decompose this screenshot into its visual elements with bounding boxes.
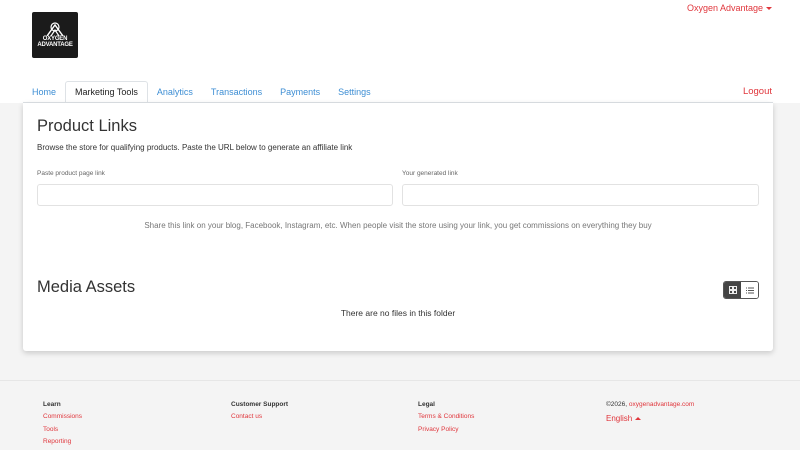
list-view-button[interactable]: [741, 282, 758, 298]
view-toggle: [723, 281, 759, 299]
tab-payments[interactable]: Payments: [271, 81, 329, 103]
logo-mark-icon: [46, 22, 64, 36]
language-selector[interactable]: English: [606, 414, 694, 423]
footer-divider: [0, 380, 800, 381]
nav-tabs: Home Marketing Tools Analytics Transacti…: [23, 81, 380, 103]
footer-link-privacy[interactable]: Privacy Policy: [418, 426, 474, 434]
generated-link-label: Your generated link: [402, 170, 458, 177]
language-label: English: [606, 414, 633, 423]
header: OXYGEN ADVANTAGE Oxygen Advantage Home M…: [0, 0, 800, 103]
tab-settings[interactable]: Settings: [329, 81, 380, 103]
footer-link-commissions[interactable]: Commissions: [43, 413, 82, 421]
site-link[interactable]: oxygenadvantage.com: [629, 401, 694, 408]
logo-text: OXYGEN ADVANTAGE: [37, 36, 73, 48]
footer-legal-heading: Legal: [418, 401, 435, 408]
footer-support: Customer Support Contact us: [231, 401, 288, 427]
grid-icon: [728, 286, 737, 294]
empty-folder-message: There are no files in this folder: [340, 308, 456, 318]
footer-learn-heading: Learn: [43, 401, 61, 408]
tab-transactions[interactable]: Transactions: [202, 81, 271, 103]
share-instructions: Share this link on your blog, Facebook, …: [144, 221, 652, 230]
footer-learn: Learn Commissions Tools Reporting: [43, 401, 82, 450]
footer-link-reporting[interactable]: Reporting: [43, 439, 82, 446]
tab-marketing-tools[interactable]: Marketing Tools: [65, 81, 148, 103]
product-url-label: Paste product page link: [37, 170, 105, 177]
footer-link-tools[interactable]: Tools: [43, 426, 82, 434]
logout-link[interactable]: Logout: [743, 86, 772, 97]
copyright-text: ©2026, oxygenadvantage.com: [606, 401, 695, 408]
media-assets-title: Media Assets: [37, 278, 136, 296]
footer-support-heading: Customer Support: [231, 401, 289, 408]
grid-view-button[interactable]: [724, 282, 741, 298]
footer-link-contact[interactable]: Contact us: [231, 413, 288, 421]
footer-link-terms[interactable]: Terms & Conditions: [418, 413, 474, 421]
product-links-description: Browse the store for qualifying products…: [37, 143, 353, 152]
generated-link-field[interactable]: [402, 184, 759, 206]
tab-home[interactable]: Home: [23, 81, 65, 103]
footer-meta: ©2026, oxygenadvantage.com English: [606, 401, 694, 423]
account-menu[interactable]: Oxygen Advantage: [687, 3, 772, 13]
tab-analytics[interactable]: Analytics: [148, 81, 202, 103]
product-url-input[interactable]: [37, 184, 393, 206]
brand-logo[interactable]: OXYGEN ADVANTAGE: [32, 12, 78, 58]
marketing-tools-panel: Product Links Browse the store for quali…: [23, 103, 773, 351]
footer-legal: Legal Terms & Conditions Privacy Policy: [418, 401, 474, 439]
list-icon: [745, 287, 754, 293]
caret-up-icon: [635, 417, 642, 420]
caret-down-icon: [766, 6, 772, 10]
account-menu-label: Oxygen Advantage: [686, 3, 763, 13]
product-links-title: Product Links: [37, 117, 137, 135]
